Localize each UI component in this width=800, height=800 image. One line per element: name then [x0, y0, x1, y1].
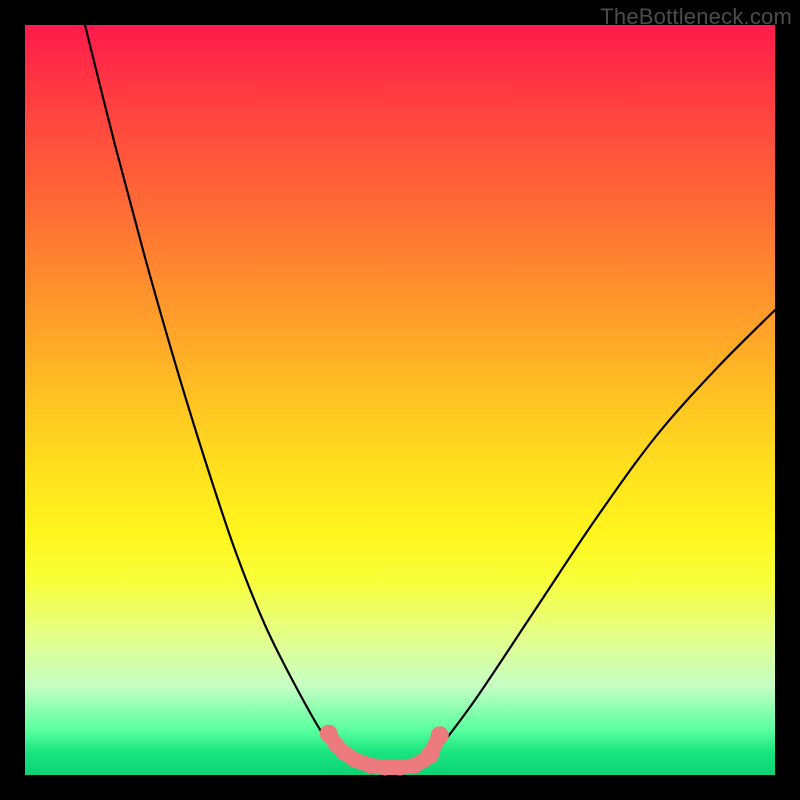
valley-markers — [320, 725, 449, 776]
valley-marker — [421, 746, 439, 764]
valley-marker — [347, 752, 363, 768]
valley-marker — [392, 760, 408, 776]
valley-marker — [377, 760, 393, 776]
curve-left-branch — [85, 25, 340, 753]
valley-marker — [362, 757, 378, 773]
plot-area — [25, 25, 775, 775]
watermark-text: TheBottleneck.com — [600, 4, 792, 30]
bottleneck-curve — [85, 25, 775, 769]
valley-marker — [431, 726, 449, 744]
chart-frame: TheBottleneck.com — [0, 0, 800, 800]
curve-right-branch — [430, 310, 775, 760]
curve-layer — [25, 25, 775, 775]
